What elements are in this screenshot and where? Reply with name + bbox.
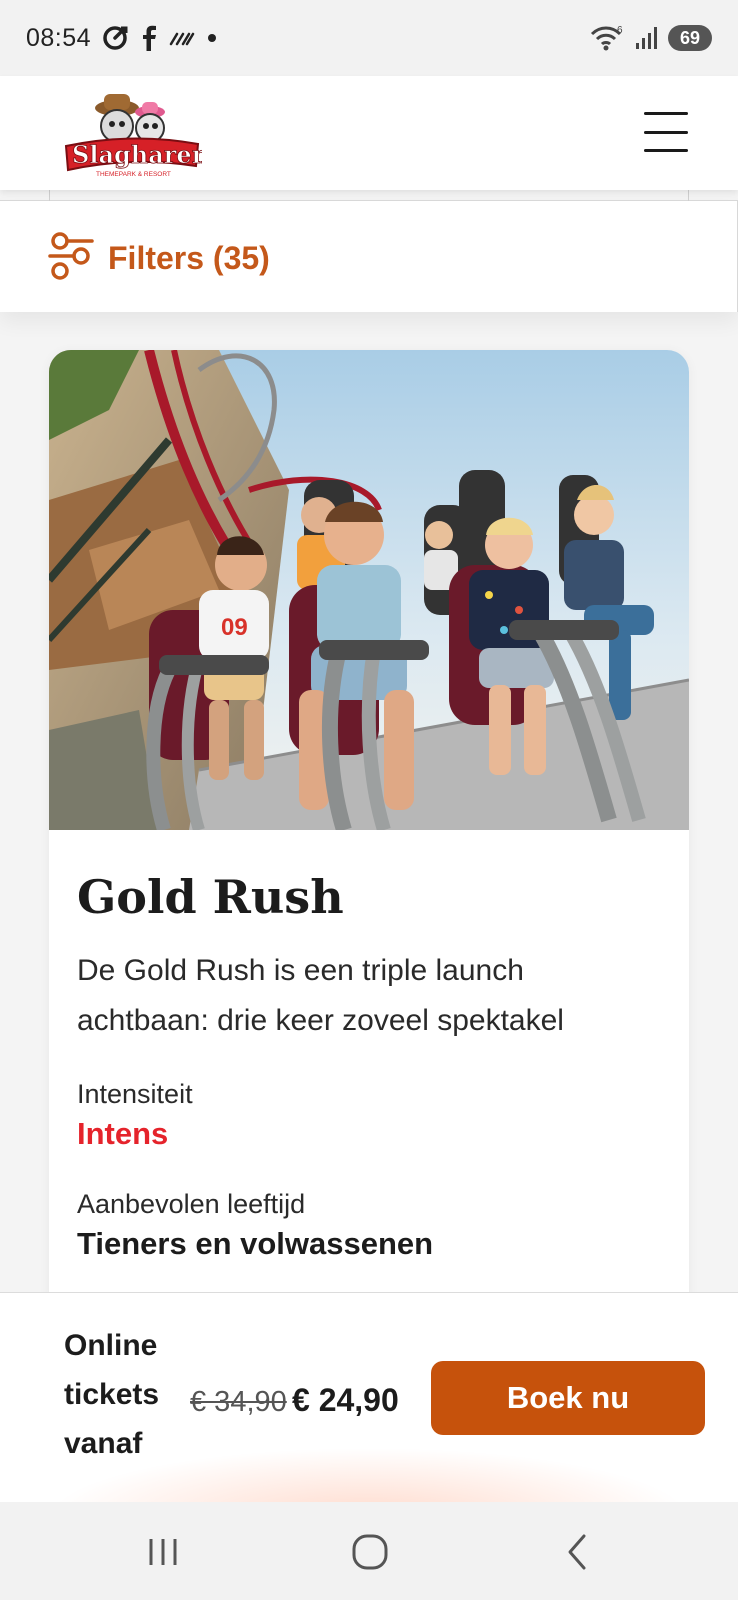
ticket-label: Online tickets vanaf [64,1329,160,1460]
age-value: Tieners en volwassenen [77,1226,434,1261]
filters-button[interactable]: Filters (35) [48,231,270,285]
card-body: Gold Rush De Gold Rush is een triple lau… [49,830,689,1266]
intensity-label: Intensiteit [77,1079,193,1109]
wifi-badge: 6 [617,25,623,36]
logo-text: Slagharen [72,140,202,169]
new-price: € 24,90 [292,1382,399,1418]
signal-off-icon [169,28,195,48]
hamburger-icon[interactable] [644,112,692,152]
status-right: 6 69 [590,24,712,52]
gold-rush-photo: 09 [49,350,689,830]
divider [49,189,50,201]
menu-line [644,112,688,115]
sliders-icon [48,231,94,286]
attraction-card[interactable]: 09 Gold Rush De Gold Rush is een triple … [49,350,689,1300]
sync-icon [101,24,129,52]
menu-line [644,149,688,152]
divider [688,189,689,201]
menu-line [644,130,688,134]
back-icon[interactable] [552,1528,602,1576]
attraction-description: De Gold Rush is een triple launch achtba… [77,954,564,1037]
booking-bar: Online tickets vanaf € 34,90 € 24,90 Boe… [0,1292,738,1502]
filters-label: Filters (35) [108,239,270,276]
logo-subtext: THEMEPARK & RESORT [96,171,171,178]
recent-apps-icon[interactable] [138,1528,188,1576]
status-bar: 08:54 6 69 [0,0,738,76]
site-header: Slagharen THEMEPARK & RESORT [0,76,738,190]
wifi-icon: 6 [590,24,626,52]
slagharen-logo[interactable]: Slagharen THEMEPARK & RESORT [62,86,210,181]
battery-icon: 69 [668,25,712,51]
facebook-icon [139,24,159,52]
dot-icon [205,31,219,45]
filter-bar: Filters (35) [0,189,738,312]
home-icon[interactable] [345,1528,395,1576]
book-now-button[interactable]: Boek nu [431,1361,705,1435]
old-price: € 34,90 [190,1386,287,1418]
svg-text:09: 09 [221,614,248,641]
attraction-title[interactable]: Gold Rush [77,870,661,924]
intensity-value: Intens [77,1116,169,1151]
cell-signal-icon [634,25,660,51]
clock: 08:54 [26,23,92,52]
age-label: Aanbevolen leeftijd [77,1189,306,1219]
status-left: 08:54 [26,24,219,53]
system-nav-bar [0,1502,738,1600]
